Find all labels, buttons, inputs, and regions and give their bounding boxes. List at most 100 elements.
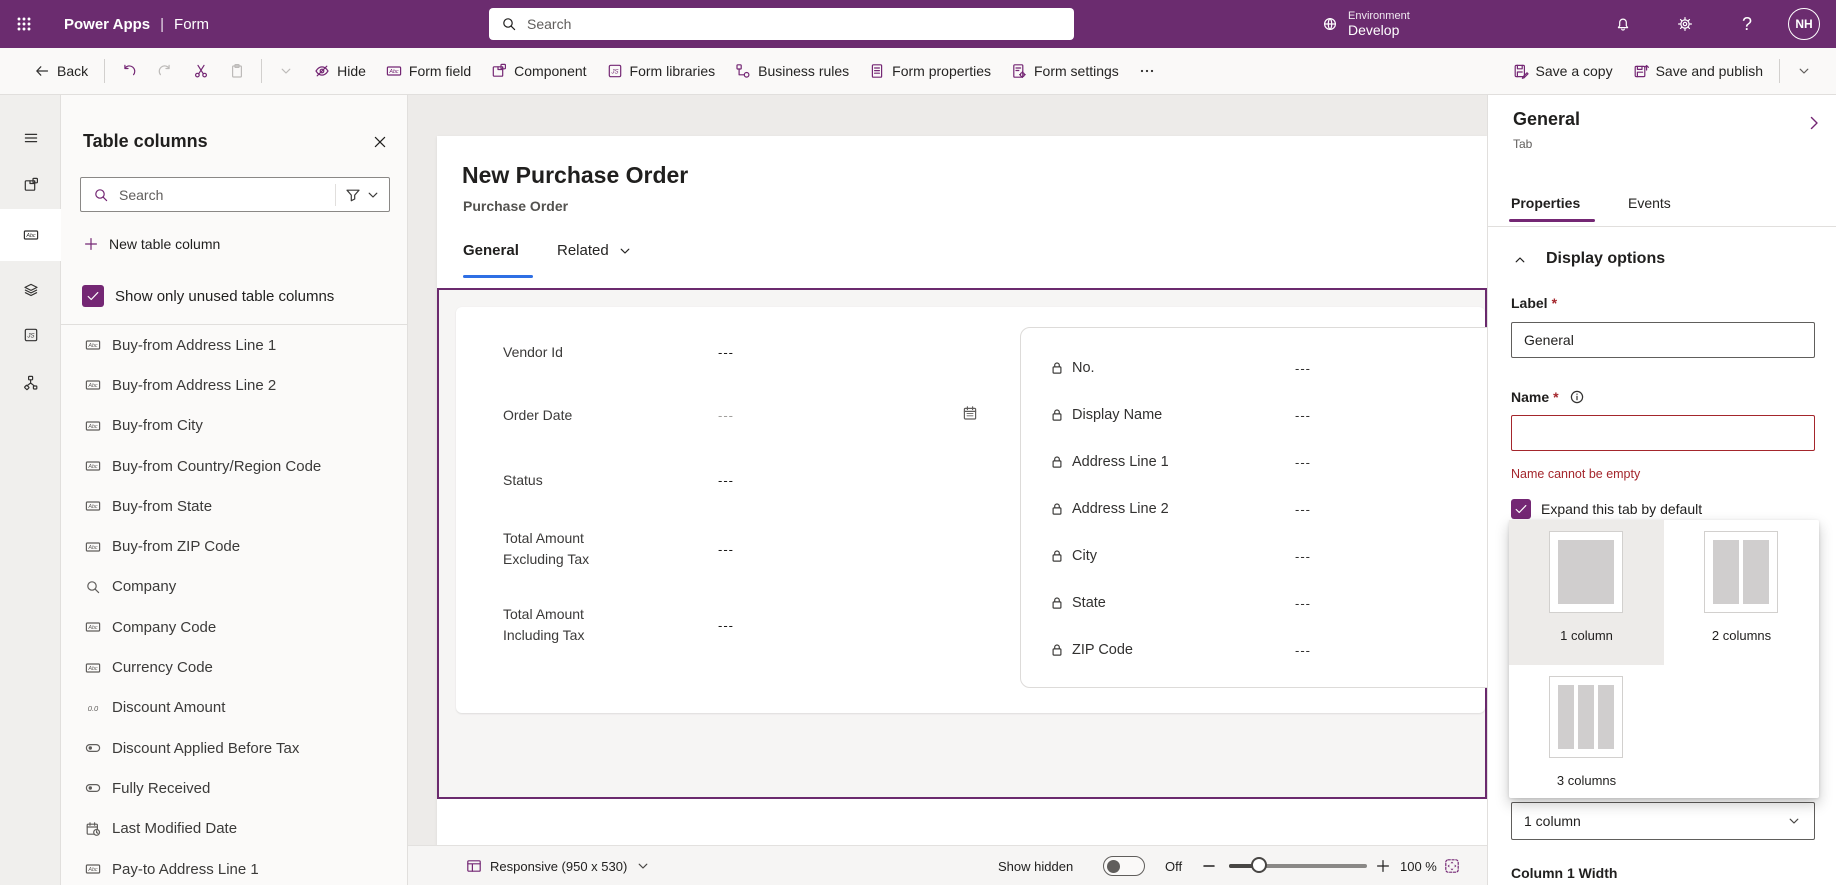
settings-button[interactable] [1662, 0, 1708, 48]
responsive-preview-selector[interactable]: Responsive (950 x 530) [466, 846, 651, 885]
rail-table-columns-button[interactable]: Abc [0, 209, 61, 261]
show-hidden-toggle[interactable] [1103, 856, 1145, 876]
table-column-item[interactable]: Abc Company Code [61, 607, 408, 647]
form-properties-button[interactable]: Form properties [859, 54, 1001, 88]
table-column-item[interactable]: Abc Buy-from City [61, 406, 408, 446]
collapse-panel-button[interactable] [1800, 109, 1828, 137]
account-avatar[interactable]: NH [1788, 8, 1820, 40]
locked-field-row[interactable]: State --- [1049, 580, 1311, 626]
zoom-slider-track[interactable] [1229, 864, 1367, 868]
locked-field-row[interactable]: Display Name --- [1049, 392, 1311, 438]
save-a-copy-button[interactable]: Save a copy [1503, 54, 1623, 88]
undo-button[interactable] [111, 54, 147, 88]
rail-components-button[interactable] [0, 163, 61, 207]
rail-menu-button[interactable] [0, 116, 61, 160]
app-launcher-icon [16, 16, 32, 32]
locked-field-row[interactable]: Address Line 1 --- [1049, 439, 1311, 485]
rail-form-libraries-button[interactable]: JS [0, 313, 61, 357]
section-collapse-icon[interactable] [1512, 252, 1528, 268]
checkbox-label: Expand this tab by default [1541, 501, 1703, 517]
table-column-item[interactable]: Abc Buy-from Address Line 1 [61, 325, 408, 365]
environment-picker[interactable]: Environment Develop [1322, 5, 1410, 43]
locked-field-row[interactable]: ZIP Code --- [1049, 627, 1311, 673]
locked-field-row[interactable]: Address Line 2 --- [1049, 486, 1311, 532]
rail-layers-button[interactable] [0, 268, 61, 312]
table-column-item[interactable]: Abc Buy-from Address Line 2 [61, 365, 408, 405]
zoom-in-button[interactable] [1375, 846, 1391, 885]
table-column-item[interactable]: 0.0 Discount Amount [61, 688, 408, 728]
table-column-item[interactable]: Abc Currency Code [61, 647, 408, 687]
more-commands-button[interactable] [1129, 54, 1165, 88]
table-column-item[interactable]: Fully Received [61, 768, 408, 808]
column-layout-option[interactable]: 1 column [1509, 520, 1664, 665]
filter-icon[interactable] [345, 187, 361, 203]
tab-properties[interactable]: Properties [1511, 195, 1580, 211]
columns-select[interactable]: 1 column [1511, 802, 1815, 840]
paste-button[interactable] [219, 54, 255, 88]
decimal-type-icon: 0.0 [82, 700, 104, 716]
column-layout-option[interactable]: 2 columns [1664, 520, 1819, 665]
locked-field-row[interactable]: City --- [1049, 533, 1311, 579]
zoom-slider-thumb[interactable] [1251, 857, 1267, 873]
column-label: Fully Received [112, 779, 211, 797]
table-column-item[interactable]: Discount Applied Before Tax [61, 728, 408, 768]
expand-tab-checkbox[interactable]: Expand this tab by default [1511, 499, 1702, 519]
form-field-row[interactable]: Status --- [503, 460, 734, 500]
column-layout-option[interactable]: 3 columns [1509, 665, 1664, 798]
form-libraries-button[interactable]: JS Form libraries [597, 54, 726, 88]
back-button[interactable]: Back [24, 54, 98, 88]
selected-tab-body[interactable]: Vendor Id --- Order Date --- Status --- Total … [437, 288, 1498, 799]
app-brand: Power Apps | Form [64, 0, 209, 48]
business-rules-button[interactable]: Business rules [725, 54, 859, 88]
redo-button[interactable] [147, 54, 183, 88]
rail-tree-view-button[interactable] [0, 361, 61, 405]
fit-to-screen-button[interactable] [1444, 846, 1460, 885]
form-field-row[interactable]: Total Amount Including Tax --- [503, 597, 734, 653]
clipboard-menu-chevron[interactable] [268, 54, 304, 88]
global-search-input[interactable]: Search [489, 8, 1074, 40]
table-column-item[interactable]: Abc Buy-from State [61, 486, 408, 526]
new-table-column-button[interactable]: New table column [83, 236, 220, 252]
form-field-row[interactable]: Total Amount Excluding Tax --- [503, 521, 734, 577]
text-type-icon: Abc [82, 660, 104, 676]
section-title: Display options [1546, 250, 1666, 267]
table-column-item[interactable]: Abc Pay-to Address Line 1 [61, 849, 408, 885]
panel-close-button[interactable] [365, 127, 395, 157]
tab-events[interactable]: Events [1628, 195, 1671, 211]
save-and-publish-button[interactable]: Save and publish [1623, 54, 1773, 88]
show-hidden-label: Show hidden [998, 858, 1074, 874]
form-field-button[interactable]: Abc Form field [376, 54, 481, 88]
zoom-out-button[interactable] [1201, 846, 1217, 885]
checkbox-checked [82, 285, 104, 307]
date-picker-icon[interactable] [962, 405, 978, 421]
tab-related[interactable]: Related [557, 242, 633, 259]
column-label: Discount Applied Before Tax [112, 739, 300, 757]
locked-field-row[interactable]: No. --- [1049, 345, 1311, 391]
chevron-down-icon[interactable] [365, 187, 381, 203]
form-settings-button[interactable]: Form settings [1001, 54, 1129, 88]
columns-search-input[interactable]: Search [119, 187, 335, 203]
columns-layout-flyout: 1 column 2 columns 3 columns [1509, 520, 1819, 798]
form-field-row[interactable]: Order Date --- [503, 395, 734, 435]
table-column-item[interactable]: Last Modified Date [61, 809, 408, 849]
tab-general[interactable]: General [463, 242, 519, 259]
waffle-icon[interactable] [0, 0, 48, 48]
back-arrow-icon [34, 63, 50, 79]
svg-text:Abc: Abc [87, 666, 98, 672]
show-unused-checkbox[interactable]: Show only unused table columns [82, 285, 334, 307]
label-input[interactable]: General [1511, 322, 1815, 358]
form-field-row[interactable]: Vendor Id --- [503, 332, 734, 372]
help-button[interactable]: ? [1724, 0, 1770, 48]
table-column-item[interactable]: Abc Buy-from ZIP Code [61, 526, 408, 566]
hide-button[interactable]: Hide [304, 54, 376, 88]
save-menu-chevron[interactable] [1786, 54, 1822, 88]
cut-button[interactable] [183, 54, 219, 88]
notifications-button[interactable] [1600, 0, 1646, 48]
table-column-item[interactable]: Company [61, 567, 408, 607]
columns-search-box: Search [80, 177, 390, 212]
component-button[interactable]: Component [481, 54, 596, 88]
table-columns-panel: Table columns Search New table column Sh… [61, 95, 408, 885]
name-input[interactable] [1511, 415, 1815, 451]
info-icon[interactable] [1569, 389, 1585, 405]
table-column-item[interactable]: Abc Buy-from Country/Region Code [61, 446, 408, 486]
